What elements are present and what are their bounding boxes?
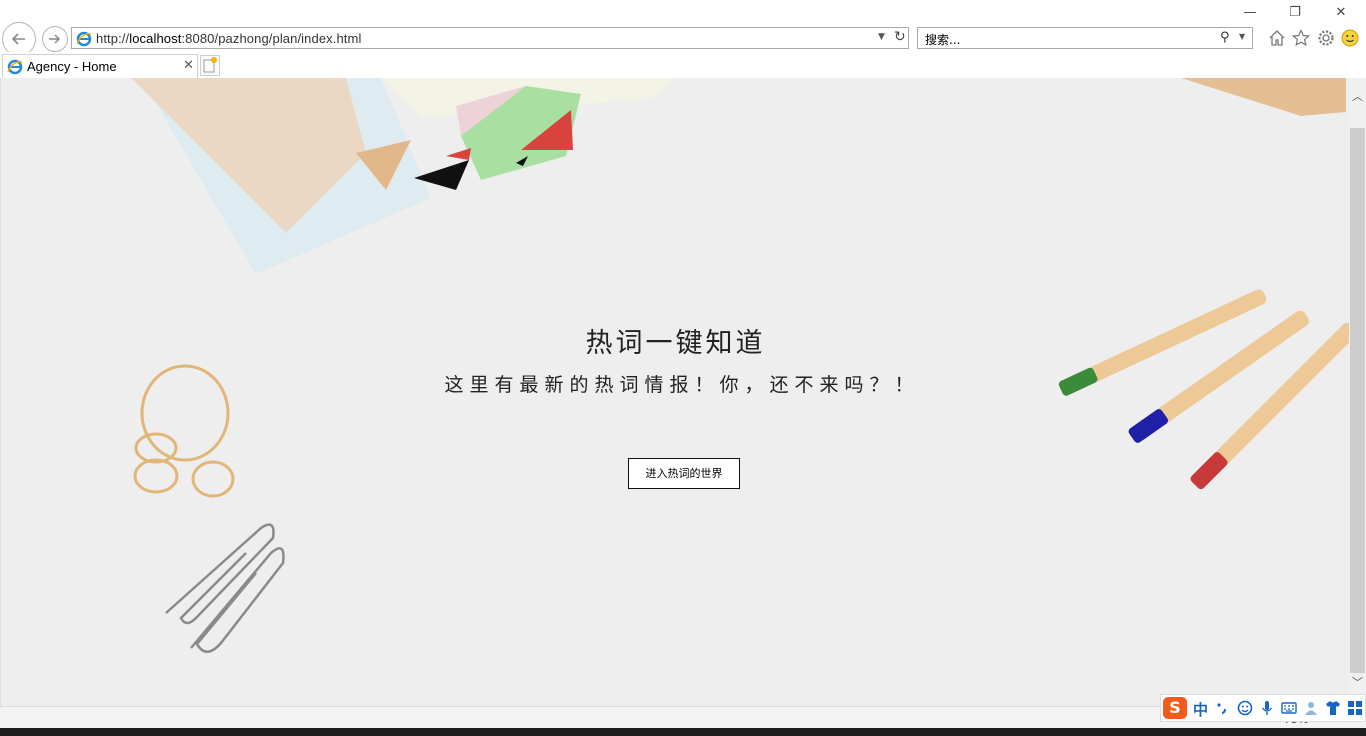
scrollbar-thumb[interactable]: [1350, 128, 1365, 673]
restore-button[interactable]: ❐: [1285, 4, 1305, 22]
skin-shirt-icon[interactable]: [1325, 700, 1341, 716]
punctuation-icon[interactable]: [1215, 700, 1231, 716]
os-taskbar: [0, 728, 1366, 736]
back-button[interactable]: [2, 22, 36, 56]
microphone-icon[interactable]: [1259, 700, 1275, 716]
search-dropdown-icon[interactable]: ▼: [1239, 32, 1245, 41]
tab-close-icon[interactable]: ✕: [183, 58, 194, 73]
toolbox-grid-icon[interactable]: [1347, 700, 1363, 716]
title-bar: — ❐ ✕: [0, 0, 1366, 26]
browser-window: — ❐ ✕ http://localhost:8080/pazhong/plan…: [0, 0, 1366, 736]
tab-bar: Agency - Home ✕: [0, 52, 1366, 79]
ime-mode-toggle[interactable]: 中: [1193, 699, 1208, 720]
address-bar[interactable]: http://localhost:8080/pazhong/plan/index…: [71, 27, 909, 49]
tab-agency-home[interactable]: Agency - Home ✕: [2, 54, 198, 78]
keyboard-icon[interactable]: [1281, 700, 1297, 716]
search-icon[interactable]: ⚲: [1220, 30, 1230, 45]
search-box[interactable]: 搜索... ⚲ ▼: [917, 27, 1253, 49]
ime-logo-icon[interactable]: S: [1163, 697, 1187, 719]
hero-subtitle: 这里有最新的热词情报！你，还不来吗？！: [444, 374, 920, 396]
forward-arrow-icon: [49, 34, 61, 44]
hero-title: 热词一键知道: [585, 328, 766, 359]
ime-toolbar: S 中: [1160, 694, 1366, 722]
vertical-scrollbar[interactable]: ︿ ﹀: [1349, 78, 1366, 706]
page-content: 热词一键知道 这里有最新的热词情报！你，还不来吗？！ 进入热词的世界: [0, 78, 1349, 706]
minimize-button[interactable]: —: [1240, 4, 1260, 22]
forward-button[interactable]: [42, 26, 68, 52]
address-url: http://localhost:8080/pazhong/plan/index…: [96, 31, 362, 46]
scroll-down-icon[interactable]: ﹀: [1349, 674, 1366, 694]
smiley-feedback-icon[interactable]: [1341, 29, 1359, 47]
ie-logo-icon: [7, 59, 23, 75]
enter-world-button[interactable]: 进入热词的世界: [628, 458, 740, 489]
scroll-up-icon[interactable]: ︿: [1349, 88, 1366, 108]
close-window-button[interactable]: ✕: [1331, 4, 1351, 22]
emoji-icon[interactable]: [1237, 700, 1253, 716]
refresh-icon[interactable]: ↻: [894, 29, 906, 45]
dropdown-icon[interactable]: ▼: [878, 32, 885, 42]
back-arrow-icon: [11, 33, 25, 45]
favorites-star-icon[interactable]: [1292, 29, 1310, 47]
new-tab-button[interactable]: [200, 55, 220, 76]
new-tab-icon: [203, 57, 217, 73]
settings-gear-icon[interactable]: [1317, 29, 1335, 47]
ie-logo-icon: [76, 31, 92, 47]
home-icon[interactable]: [1268, 29, 1286, 47]
search-input[interactable]: 搜索...: [925, 31, 960, 48]
user-icon[interactable]: [1303, 700, 1319, 716]
tab-title: Agency - Home: [27, 59, 117, 74]
